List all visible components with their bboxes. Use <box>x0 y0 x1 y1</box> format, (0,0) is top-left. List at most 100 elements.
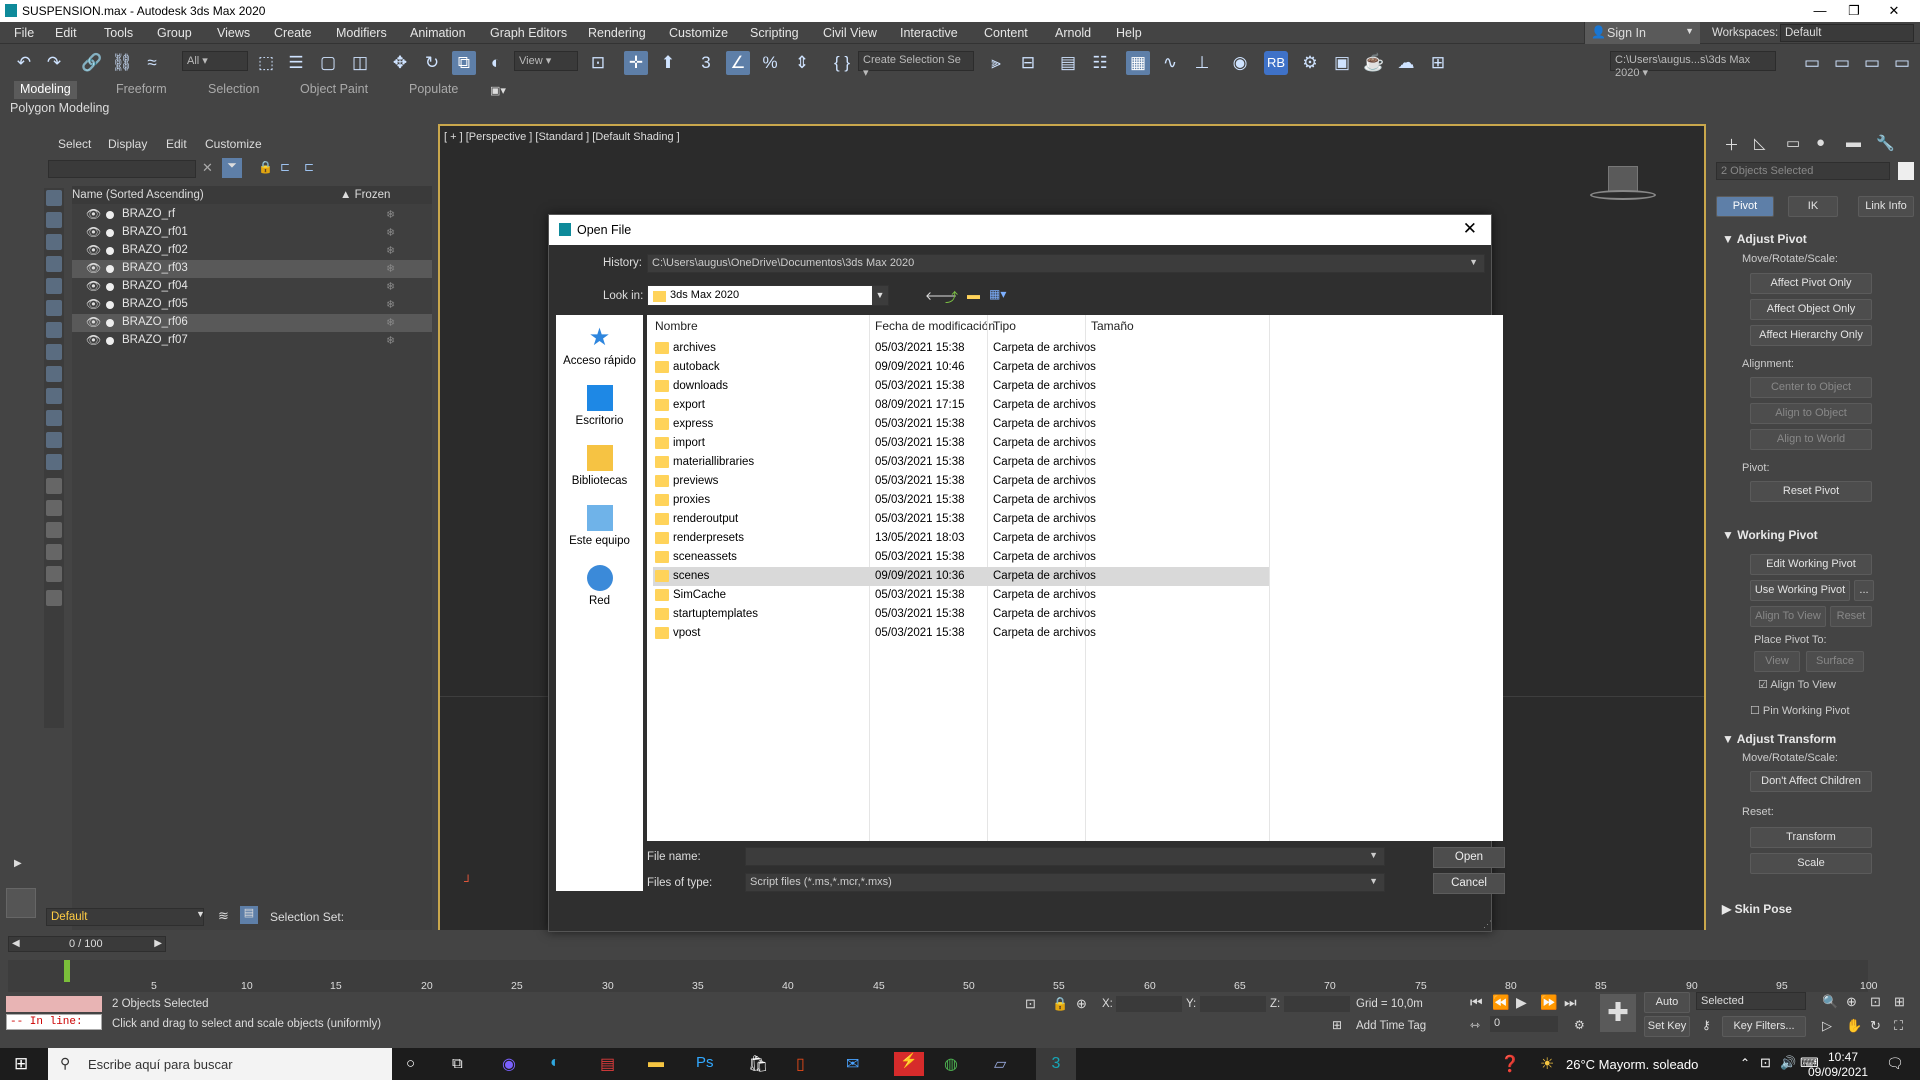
display-groups-icon[interactable] <box>46 344 62 360</box>
schematic-view-icon[interactable]: ⊥ <box>1190 51 1214 75</box>
dialog-close-icon[interactable]: ✕ <box>1463 219 1477 239</box>
scene-menu-select[interactable]: Select <box>58 137 91 151</box>
align-to-view-button[interactable]: Align To View <box>1750 606 1826 627</box>
use-working-pivot-button[interactable]: Use Working Pivot <box>1750 580 1850 601</box>
viewport-label[interactable]: [ + ] [Perspective ] [Standard ] [Defaul… <box>444 131 680 143</box>
next-frame-icon[interactable]: ⏩ <box>1540 994 1557 1011</box>
place-desktop[interactable]: Escritorio <box>556 385 643 427</box>
frozen-icon[interactable]: ❄ <box>386 208 395 221</box>
file-row[interactable]: express 05/03/2021 15:38 Carpeta de archiv… <box>653 415 1269 434</box>
file-row[interactable]: renderpresets 13/05/2021 18:03 Carpeta de … <box>653 529 1269 548</box>
file-row[interactable]: previews 05/03/2021 15:38 Carpeta de archi… <box>653 472 1269 491</box>
display-invert-icon[interactable] <box>46 500 62 516</box>
render-dot-icon[interactable] <box>106 265 114 273</box>
display-geometry-icon[interactable] <box>46 212 62 228</box>
expand-panel-icon[interactable]: ▶ <box>14 858 22 869</box>
place-pivot-view-button[interactable]: View <box>1754 651 1800 672</box>
mirror-icon[interactable]: ⫸ <box>984 51 1008 75</box>
maxscript-listener-mini[interactable] <box>6 996 102 1012</box>
discord-icon[interactable]: ◉ <box>502 1054 516 1074</box>
redo-icon[interactable]: ↷ <box>42 51 66 75</box>
eye-icon[interactable]: 👁 <box>86 225 101 239</box>
motion-tab-icon[interactable]: ● <box>1816 134 1825 151</box>
project-set-icon[interactable]: ▭ <box>1890 51 1914 75</box>
keyboard-shortcut-icon[interactable]: ⬆ <box>656 51 680 75</box>
office-icon[interactable]: ▯ <box>796 1054 805 1074</box>
edit-named-selection-icon[interactable]: { } <box>830 51 854 75</box>
go-to-start-icon[interactable]: ⏮ <box>1470 994 1483 1011</box>
history-dropdown[interactable]: C:\Users\augus\OneDrive\Documentos\3ds M… <box>647 254 1485 273</box>
file-row[interactable]: vpost 05/03/2021 15:38 Carpeta de archivos <box>653 624 1269 643</box>
menu-tools[interactable]: Tools <box>104 26 133 40</box>
minimize-button[interactable]: — <box>1806 2 1834 20</box>
viewport-thumbnail[interactable] <box>6 888 36 918</box>
rendered-frame-icon[interactable]: ▣ <box>1330 51 1354 75</box>
center-to-object-button[interactable]: Center to Object <box>1750 377 1872 398</box>
file-explorer-icon[interactable]: ▬ <box>648 1054 664 1072</box>
time-tag-icon[interactable]: ⊞ <box>1332 1018 1342 1032</box>
hierarchy-collapse-icon[interactable]: ⊏ <box>304 160 314 174</box>
pan-icon[interactable]: ✋ <box>1846 1018 1862 1034</box>
frozen-icon[interactable]: ❄ <box>386 226 395 239</box>
render-setup-icon[interactable]: ⚙ <box>1298 51 1322 75</box>
maximize-viewport-icon[interactable]: ⛶ <box>1894 1018 1903 1034</box>
window-crossing-icon[interactable]: ◫ <box>348 51 372 75</box>
zoom-extents-icon[interactable]: ⊡ <box>1870 994 1881 1010</box>
reset-working-pivot-button[interactable]: Reset <box>1830 606 1872 627</box>
clock-time[interactable]: 10:47 <box>1828 1050 1858 1064</box>
time-slider-prev-icon[interactable]: ◀ <box>12 938 20 949</box>
percent-snap-icon[interactable]: % <box>758 51 782 75</box>
tab-ik[interactable]: IK <box>1788 196 1838 217</box>
col-header-date[interactable]: Fecha de modificación <box>875 319 995 333</box>
windows-start-icon[interactable]: ⊞ <box>14 1054 28 1074</box>
set-key-mode-button[interactable]: Set Key <box>1644 1016 1690 1037</box>
scene-explorer-icon[interactable]: ☷ <box>1088 51 1112 75</box>
menu-graph-editors[interactable]: Graph Editors <box>490 26 567 40</box>
reset-scale-button[interactable]: Scale <box>1750 853 1872 874</box>
look-in-dropdown[interactable]: 3ds Max 2020 ▼ <box>647 285 889 306</box>
scene-row[interactable]: 👁 BRAZO_rf06 ❄ <box>72 314 432 332</box>
undo-icon[interactable]: ↶ <box>12 51 36 75</box>
play-icon[interactable]: ▶ <box>1516 994 1527 1011</box>
file-row[interactable]: sceneassets 05/03/2021 15:38 Carpeta de ar… <box>653 548 1269 567</box>
place-network[interactable]: Red <box>556 565 643 607</box>
scene-row[interactable]: 👁 BRAZO_rf07 ❄ <box>72 332 432 350</box>
menu-create[interactable]: Create <box>274 26 312 40</box>
layer-dropdown[interactable]: Default <box>46 908 204 926</box>
new-folder-icon[interactable]: ▬ <box>967 287 980 302</box>
align-icon[interactable]: ⊟ <box>1016 51 1040 75</box>
file-row[interactable]: SimCache 05/03/2021 15:38 Carpeta de archi… <box>653 586 1269 605</box>
frozen-icon[interactable]: ❄ <box>386 334 395 347</box>
scene-row[interactable]: 👁 BRAZO_rf04 ❄ <box>72 278 432 296</box>
menu-scripting[interactable]: Scripting <box>750 26 799 40</box>
go-to-end-icon[interactable]: ⏭ <box>1564 994 1577 1011</box>
cortana-icon[interactable]: ○ <box>406 1055 415 1072</box>
menu-file[interactable]: File <box>14 26 34 40</box>
link-icon[interactable]: 🔗 <box>80 51 104 75</box>
file-row-selected[interactable]: scenes 09/09/2021 10:36 Carpeta de archivo… <box>653 567 1269 586</box>
photoshop-icon[interactable]: Ps <box>696 1054 714 1071</box>
affect-hierarchy-only-button[interactable]: Affect Hierarchy Only <box>1750 325 1872 346</box>
select-object-icon[interactable]: ⬚ <box>254 51 278 75</box>
tray-chevron-icon[interactable]: ⌃ <box>1740 1056 1750 1070</box>
utilities-tab-icon[interactable]: 🔧 <box>1876 134 1895 152</box>
store-icon[interactable]: 🛍 <box>748 1054 768 1074</box>
snaps-toggle-icon[interactable]: 3 <box>694 51 718 75</box>
eye-icon[interactable]: 👁 <box>86 279 101 293</box>
ribbon-tab-populate[interactable]: Populate <box>403 81 464 99</box>
display-hidden-icon[interactable] <box>46 454 62 470</box>
maxscript-input[interactable]: -- In line: <box>6 1014 102 1030</box>
unlink-icon[interactable]: ⛓ <box>110 51 134 75</box>
file-row[interactable]: renderoutput 05/03/2021 15:38 Carpeta de a… <box>653 510 1269 529</box>
render-dot-icon[interactable] <box>106 319 114 327</box>
selection-lock-icon[interactable]: 🔒 <box>1052 996 1068 1012</box>
spinner-snap-icon[interactable]: ⇕ <box>790 51 814 75</box>
place-libraries[interactable]: Bibliotecas <box>556 445 643 487</box>
file-row[interactable]: downloads 05/03/2021 15:38 Carpeta de arch… <box>653 377 1269 396</box>
hierarchy-icon[interactable]: ⊏ <box>280 160 290 174</box>
display-influences-icon[interactable] <box>46 544 62 560</box>
create-selection-set-dropdown[interactable]: Create Selection Se ▾ <box>858 51 974 79</box>
place-icon[interactable]: ◐ <box>484 51 508 75</box>
frozen-icon[interactable]: ❄ <box>386 244 395 257</box>
skin-pose-rollout[interactable]: ▶ Skin Pose <box>1722 902 1792 916</box>
